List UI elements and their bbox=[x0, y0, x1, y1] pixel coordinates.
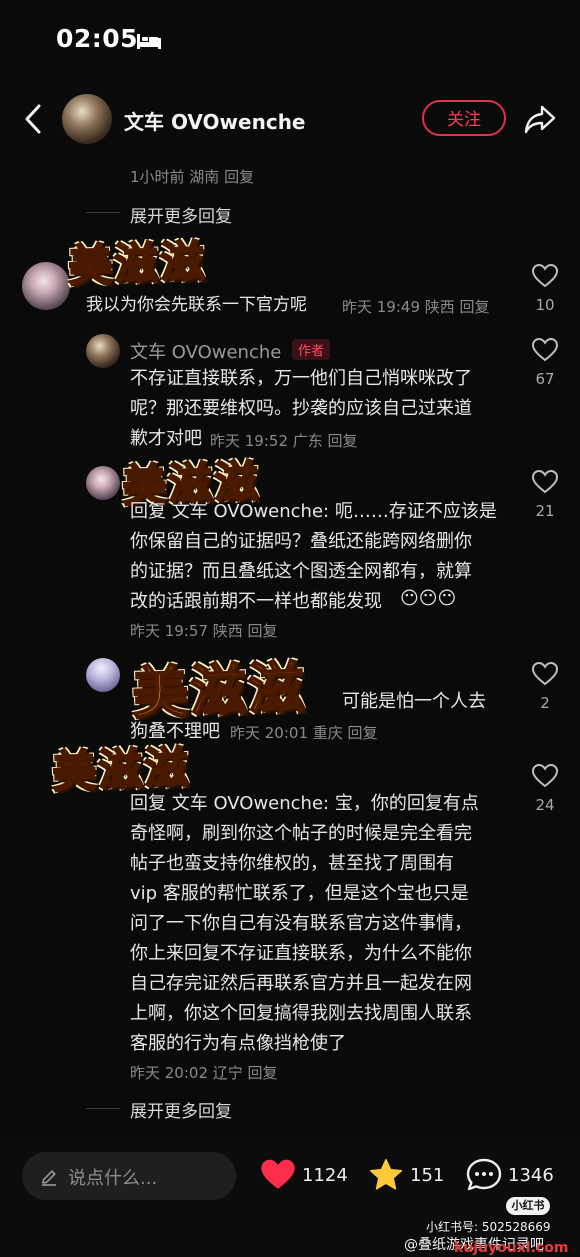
sticker-text: 美滋滋 bbox=[66, 236, 208, 294]
divider bbox=[86, 212, 120, 213]
like-icon[interactable] bbox=[532, 764, 558, 788]
watermark-url: kujuyouxi.com bbox=[454, 1240, 569, 1256]
like-count: 67 bbox=[535, 370, 555, 388]
author-reply-avatar[interactable] bbox=[86, 334, 120, 368]
comment-text-line: 可能是怕一个人去 bbox=[342, 691, 486, 712]
like-icon[interactable] bbox=[532, 264, 558, 288]
star-filled-icon[interactable] bbox=[368, 1157, 404, 1193]
comment-bubble-icon[interactable] bbox=[466, 1158, 502, 1192]
comment-input-placeholder[interactable]: 说点什么... bbox=[68, 1164, 157, 1190]
comment-text-line: 不存证直接联系，万一他们自己悄咪咪改了 bbox=[130, 368, 472, 389]
like-icon[interactable] bbox=[532, 662, 558, 686]
author-name[interactable]: 文车 OVOwenche bbox=[124, 106, 306, 135]
post-comment-count: 1346 bbox=[508, 1165, 554, 1186]
comment-text-line: 帖子也蛮支持你维权的，甚至找了周围有 bbox=[130, 853, 454, 874]
comment-text-line: 改的话跟前期不一样也都能发现 bbox=[130, 591, 382, 612]
comment-meta: 昨天 19:57 陕西 回复 bbox=[130, 622, 278, 640]
sticker-text: 美滋滋 bbox=[50, 742, 192, 800]
comment-text-line: 呢？那还要维权吗。抄袭的应该自己过来道 bbox=[130, 398, 472, 419]
sticker-text: 美滋滋 bbox=[130, 654, 308, 728]
like-icon[interactable] bbox=[532, 338, 558, 362]
comment-text-line: 问了一下你自己有没有联系官方这件事情， bbox=[130, 913, 472, 934]
commenter-avatar[interactable] bbox=[86, 658, 120, 692]
comment-meta: 昨天 20:02 辽宁 回复 bbox=[130, 1064, 278, 1082]
expand-more-replies[interactable]: 展开更多回复 bbox=[130, 202, 232, 227]
expand-more-replies[interactable]: 展开更多回复 bbox=[130, 1097, 232, 1122]
like-count: 24 bbox=[535, 796, 555, 814]
comment-text-line: 回复 文车 OVOwenche: 呃……存证不应该是 bbox=[130, 501, 497, 522]
share-icon[interactable] bbox=[524, 104, 556, 134]
comment-text-line: 你上来回复不存证直接联系，为什么不能你 bbox=[130, 943, 472, 964]
emoji-group: 😶😶😶 bbox=[400, 588, 457, 609]
reply-author-name[interactable]: 文车 OVOwenche bbox=[130, 338, 281, 364]
comment-text-line: vip 客服的帮忙联系了，但是这个宝也只是 bbox=[130, 883, 469, 904]
sleep-mode-icon bbox=[137, 34, 161, 49]
post-star-count: 151 bbox=[410, 1165, 445, 1186]
commenter-avatar[interactable] bbox=[22, 262, 70, 310]
back-icon[interactable] bbox=[22, 102, 44, 136]
like-filled-icon[interactable] bbox=[260, 1158, 296, 1192]
author-avatar[interactable] bbox=[62, 94, 112, 144]
like-count: 21 bbox=[535, 502, 555, 520]
like-count: 10 bbox=[535, 296, 555, 314]
comment-text-line: 你保留自己的证据吗？叠纸还能跨网络删你 bbox=[130, 531, 472, 552]
comment-text-line: 自己存完证然后再联系官方并且一起发在网 bbox=[130, 973, 472, 994]
commenter-avatar[interactable] bbox=[86, 466, 120, 500]
comment-meta: 昨天 19:49 陕西 回复 bbox=[342, 298, 490, 316]
follow-button[interactable]: 关注 bbox=[422, 100, 506, 136]
status-time: 02:05 bbox=[56, 24, 139, 53]
comment-text-line: 客服的行为有点像挡枪使了 bbox=[130, 1033, 346, 1054]
like-count: 2 bbox=[540, 694, 550, 712]
comment-text-line: 上啊，你这个回复搞得我刚去找周围人联系 bbox=[130, 1003, 472, 1024]
author-badge: 作者 bbox=[292, 339, 331, 360]
pen-icon bbox=[42, 1170, 56, 1186]
comment-text-line: 奇怪啊，刷到你这个帖子的时候是完全看完 bbox=[130, 823, 472, 844]
comment-meta: 1小时前 湖南 回复 bbox=[130, 168, 255, 186]
divider bbox=[86, 1108, 120, 1109]
comment-text-line: 的证据？而且叠纸这个图透全网都有，就算 bbox=[130, 561, 472, 582]
xiaohongshu-badge: 小红书 bbox=[506, 1197, 550, 1215]
like-icon[interactable] bbox=[532, 470, 558, 494]
comment-text: 我以为你会先联系一下官方呢 bbox=[86, 295, 307, 315]
watermark-id: 小红书号: 502528669 bbox=[426, 1220, 551, 1234]
post-like-count: 1124 bbox=[302, 1165, 348, 1186]
